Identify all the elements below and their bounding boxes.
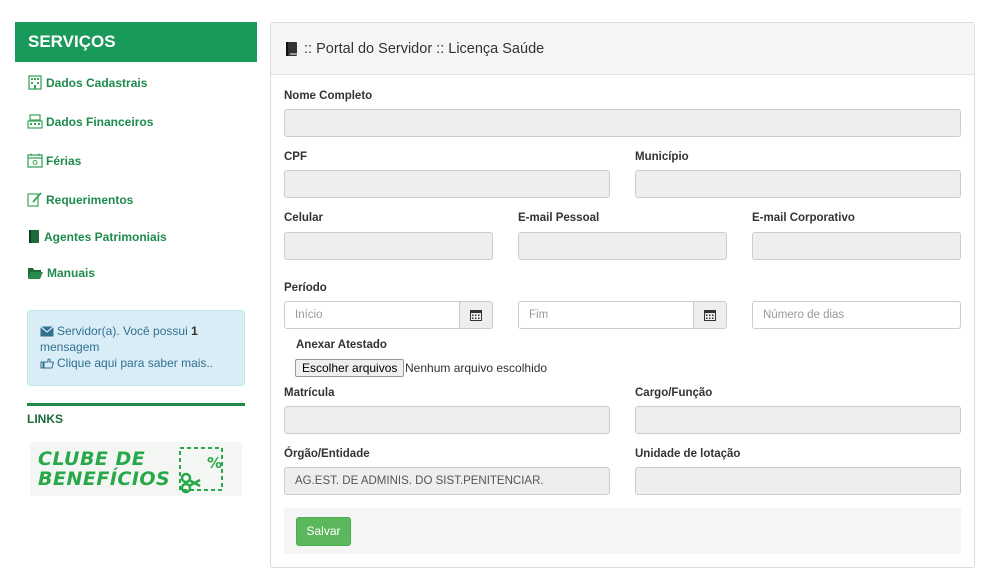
cash-register-icon: [27, 114, 43, 129]
folder-open-icon: [28, 268, 43, 279]
fim-input[interactable]: Fim: [518, 301, 694, 329]
banner-text: CLUBE DE BENEFÍCIOS: [38, 448, 171, 490]
fim-calendar-button[interactable]: [693, 301, 727, 329]
orgao-entidade-field: AG.EST. DE ADMINIS. DO SIST.PENITENCIAR.: [284, 467, 610, 495]
sidebar-item-manuais[interactable]: Manuais: [27, 266, 95, 280]
sidebar-item-ferias[interactable]: Férias: [27, 153, 81, 168]
sidebar-item-label: Dados Financeiros: [46, 114, 154, 129]
sidebar-item-label: Férias: [46, 153, 82, 168]
nome-completo-label: Nome Completo: [284, 90, 373, 102]
message-count: 1: [191, 324, 198, 338]
book-icon: [29, 230, 39, 243]
message-link[interactable]: Clique aqui para saber mais..: [40, 355, 232, 371]
sidebar-item-label: Manuais: [47, 266, 96, 280]
email-corporativo-label: E-mail Corporativo: [752, 212, 855, 224]
calendar-icon: [470, 310, 482, 321]
sidebar-item-dados-financeiros[interactable]: Dados Financeiros: [27, 114, 153, 129]
book-icon: [286, 41, 297, 56]
sidebar-item-label: Dados Cadastrais: [46, 75, 148, 90]
sidebar-item-dados-cadastrais[interactable]: Dados Cadastrais: [27, 75, 147, 90]
calendar-icon: [704, 310, 716, 321]
unidade-lotacao-label: Unidade de lotação: [635, 448, 741, 460]
numero-dias-input[interactable]: Número de dias: [752, 301, 961, 329]
celular-label: Celular: [284, 212, 323, 224]
matricula-field: [284, 406, 610, 434]
sidebar-item-label: Agentes Patrimoniais: [44, 229, 167, 244]
email-corporativo-field: [752, 232, 961, 260]
links-title: LINKS: [27, 412, 63, 426]
save-button[interactable]: Salvar: [296, 517, 351, 546]
sidebar-item-agentes-patrimoniais[interactable]: Agentes Patrimoniais: [27, 229, 167, 244]
building-icon: [28, 75, 42, 90]
email-pessoal-label: E-mail Pessoal: [518, 212, 600, 224]
message-text-cont: mensagem: [40, 340, 100, 354]
nome-completo-field: [284, 109, 961, 137]
hand-pointer-icon: [40, 358, 54, 368]
message-text: Servidor(a). Você possui 1: [57, 324, 198, 338]
message-alert: Servidor(a). Você possui 1 mensagem Cliq…: [27, 310, 245, 386]
cpf-label: CPF: [284, 151, 307, 163]
links-divider: [27, 403, 245, 406]
unidade-lotacao-field: [635, 467, 961, 495]
inicio-input[interactable]: Início: [284, 301, 460, 329]
cargo-funcao-label: Cargo/Função: [635, 387, 713, 399]
clube-beneficios-banner[interactable]: CLUBE DE BENEFÍCIOS %: [30, 442, 242, 496]
sidebar-title: SERVIÇOS: [15, 22, 257, 62]
cpf-field: [284, 170, 610, 198]
anexar-atestado-label: Anexar Atestado: [296, 339, 387, 351]
municipio-label: Município: [635, 151, 689, 163]
edit-document-icon: [27, 192, 42, 207]
email-pessoal-field: [518, 232, 727, 260]
celular-field: [284, 232, 493, 260]
matricula-label: Matrícula: [284, 387, 335, 399]
form-footer: [284, 508, 961, 554]
choose-files-button[interactable]: Escolher arquivos: [295, 359, 405, 377]
sidebar-item-requerimentos[interactable]: Requerimentos: [27, 192, 133, 207]
svg-text:%: %: [207, 454, 222, 472]
periodo-label: Período: [284, 282, 327, 294]
coupon-scissors-icon: %: [179, 447, 224, 494]
panel-heading: :: Portal do Servidor :: Licença Saúde: [271, 23, 974, 75]
orgao-entidade-label: Órgão/Entidade: [284, 448, 370, 460]
sidebar-item-label: Requerimentos: [46, 192, 134, 207]
envelope-icon: [40, 325, 54, 336]
file-status: Nenhum arquivo escolhido: [405, 361, 548, 375]
calendar-icon: [27, 153, 43, 168]
page-title: :: Portal do Servidor :: Licença Saúde: [304, 40, 545, 57]
municipio-field: [635, 170, 961, 198]
inicio-calendar-button[interactable]: [459, 301, 493, 329]
cargo-funcao-field: [635, 406, 961, 434]
